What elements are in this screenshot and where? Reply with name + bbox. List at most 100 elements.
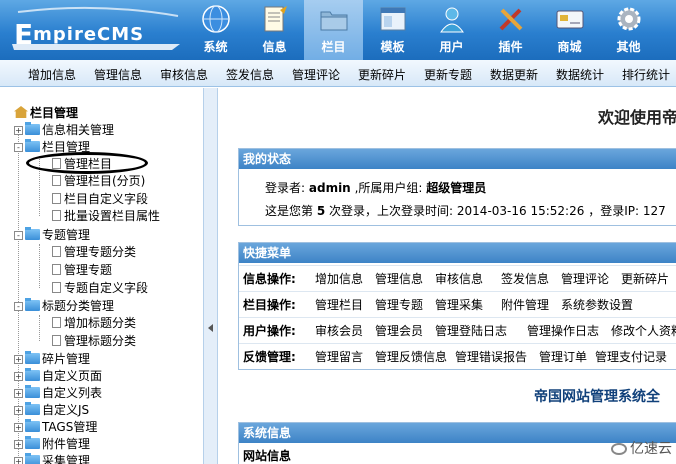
window-icon <box>380 7 406 31</box>
tools-icon <box>499 8 523 31</box>
submenu-data-stats[interactable]: 数据统计 <box>556 66 604 83</box>
page-icon <box>52 175 61 186</box>
site-info-label: 网站信息 <box>243 449 292 463</box>
submenu-sign-info[interactable]: 签发信息 <box>226 66 274 83</box>
topnav-other[interactable]: 其他 <box>599 0 658 60</box>
quick-link[interactable]: 审核信息 <box>435 266 483 292</box>
empirecms-logo: EmpireCMS <box>8 4 186 56</box>
quick-menu-title: 快捷菜单 <box>239 243 676 263</box>
tree-node-title-category[interactable]: - 标题分类管理 <box>14 298 114 315</box>
tree-node-fragment[interactable]: + 碎片管理 <box>14 351 90 368</box>
quick-row-column: 栏目操作: 管理栏目 管理专题 管理采集 附件管理 系统参数设置 <box>239 291 676 317</box>
expand-icon: + <box>14 126 23 135</box>
tree-node-custom-js[interactable]: + 自定义JS <box>14 402 89 419</box>
last-login-time: 2014-03-16 15:52:26 <box>456 204 585 218</box>
topnav-column[interactable]: 栏目 <box>304 0 363 60</box>
page-icon <box>52 193 61 204</box>
login-count: 5 <box>316 204 326 218</box>
folder-icon <box>25 368 40 381</box>
topnav-system[interactable]: 系统 <box>186 0 245 60</box>
left-tree-pane: 栏目管理 + 信息相关管理 - 栏目管理 管理栏目 管理栏目(分页) 栏目自定义字段… <box>0 88 203 464</box>
page-icon <box>52 317 61 328</box>
page-icon <box>52 335 61 346</box>
collapse-left-icon[interactable] <box>208 324 213 332</box>
quick-link[interactable]: 修改个人资料 <box>611 318 676 344</box>
tree-node-collect[interactable]: + 采集管理 <box>14 453 90 464</box>
tree-node-attachment[interactable]: + 附件管理 <box>14 436 90 453</box>
tree-node-custom-list[interactable]: + 自定义列表 <box>14 385 102 402</box>
quick-link[interactable]: 管理订单 <box>539 344 587 370</box>
quick-link[interactable]: 管理专题 <box>375 292 423 318</box>
topnav-info[interactable]: 信息 <box>245 0 304 60</box>
login-count-line: 这是您第 5 次登录，上次登录时间: 2014-03-16 15:52:26 ，… <box>265 204 666 218</box>
quick-link[interactable]: 审核会员 <box>315 318 363 344</box>
tree-leaf-column-custom-field[interactable]: 栏目自定义字段 <box>52 191 148 208</box>
tree-leaf-manage-title-category[interactable]: 管理标题分类 <box>52 333 136 350</box>
collapse-icon: - <box>14 302 23 311</box>
tree-leaf-topic-custom-field[interactable]: 专题自定义字段 <box>52 280 148 297</box>
submenu-update-data[interactable]: 数据更新 <box>490 66 538 83</box>
quick-row-info: 信息操作: 增加信息 管理信息 审核信息 签发信息 管理评论 更新碎片 <box>239 265 676 291</box>
submenu-update-topic[interactable]: 更新专题 <box>424 66 472 83</box>
topnav-template[interactable]: 模板 <box>363 0 422 60</box>
collapse-icon: - <box>14 143 23 152</box>
tree-leaf-manage-topic[interactable]: 管理专题 <box>52 262 112 279</box>
submenu-review-info[interactable]: 审核信息 <box>160 66 208 83</box>
quick-link[interactable]: 更新碎片 <box>621 266 669 292</box>
quick-link[interactable]: 管理操作日志 <box>527 318 599 344</box>
topnav-user[interactable]: 用户 <box>422 0 481 60</box>
page-icon <box>52 210 61 221</box>
home-icon <box>14 106 28 118</box>
main-content: 欢迎使用帝 我的状态 登录者: admin ,所属用户组: 超级管理员 这是您第… <box>218 88 676 464</box>
tree-leaf-add-title-category[interactable]: 增加标题分类 <box>52 315 136 332</box>
watermark: 亿速云 <box>611 438 672 458</box>
submenu-rank-stats[interactable]: 排行统计 <box>622 66 670 83</box>
quick-link[interactable]: 管理会员 <box>375 318 423 344</box>
expand-icon: + <box>14 389 23 398</box>
tree-leaf-topic-category[interactable]: 管理专题分类 <box>52 244 136 261</box>
quick-link[interactable]: 管理栏目 <box>315 292 363 318</box>
quick-link[interactable]: 附件管理 <box>501 292 549 318</box>
quick-link[interactable]: 管理评论 <box>561 266 609 292</box>
expand-icon: + <box>14 440 23 449</box>
sub-menu-bar: 增加信息 管理信息 审核信息 签发信息 管理评论 更新碎片 更新专题 数据更新 … <box>0 60 676 87</box>
user-icon <box>440 7 464 33</box>
submenu-manage-info[interactable]: 管理信息 <box>94 66 142 83</box>
quick-link[interactable]: 增加信息 <box>315 266 363 292</box>
status-panel: 我的状态 登录者: admin ,所属用户组: 超级管理员 这是您第 5 次登录… <box>238 148 676 226</box>
tree-root: 栏目管理 <box>14 104 78 121</box>
folder-icon <box>25 351 40 364</box>
tree-node-tags[interactable]: + TAGS管理 <box>14 419 97 436</box>
quick-link[interactable]: 管理错误报告 <box>455 344 527 370</box>
quick-link[interactable]: 管理支付记录 <box>595 344 667 370</box>
expand-icon: + <box>14 372 23 381</box>
quick-link[interactable]: 管理留言 <box>315 344 363 370</box>
submenu-add-info[interactable]: 增加信息 <box>28 66 76 83</box>
card-icon <box>556 10 584 29</box>
topnav-plugin[interactable]: 插件 <box>481 0 540 60</box>
quick-link[interactable]: 管理反馈信息 <box>375 344 447 370</box>
submenu-update-fragment[interactable]: 更新碎片 <box>358 66 406 83</box>
system-title: 帝国网站管理系统全 <box>534 389 660 405</box>
tree-node-topic-manage[interactable]: - 专题管理 <box>14 227 90 244</box>
tree-node-custom-page[interactable]: + 自定义页面 <box>14 368 102 385</box>
page-icon <box>52 264 61 275</box>
topnav-mall[interactable]: 商城 <box>540 0 599 60</box>
quick-link[interactable]: 管理登陆日志 <box>435 318 507 344</box>
tree-node-info-related[interactable]: + 信息相关管理 <box>14 122 114 139</box>
pane-splitter[interactable] <box>203 88 218 464</box>
submenu-manage-comment[interactable]: 管理评论 <box>292 66 340 83</box>
quick-link[interactable]: 系统参数设置 <box>561 292 633 318</box>
tree-leaf-batch-column-attr[interactable]: 批量设置栏目属性 <box>52 208 160 225</box>
tree-leaf-manage-column-paged[interactable]: 管理栏目(分页) <box>52 173 145 190</box>
quick-link[interactable]: 管理采集 <box>435 292 483 318</box>
quick-link[interactable]: 签发信息 <box>501 266 549 292</box>
login-ip: 127 <box>642 204 666 218</box>
highlight-circle <box>26 152 148 174</box>
page-icon <box>52 282 61 293</box>
login-line: 登录者: admin ,所属用户组: 超级管理员 <box>265 181 487 195</box>
status-panel-title: 我的状态 <box>239 149 676 169</box>
quick-row-feedback: 反馈管理: 管理留言 管理反馈信息 管理错误报告 管理订单 管理支付记录 <box>239 343 676 369</box>
gear-icon <box>617 7 641 31</box>
quick-link[interactable]: 管理信息 <box>375 266 423 292</box>
